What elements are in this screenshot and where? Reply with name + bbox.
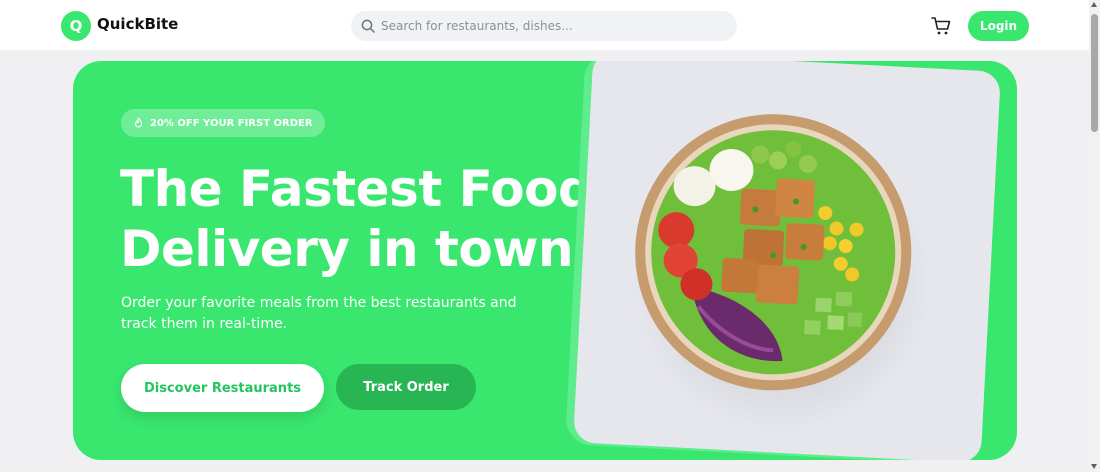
promo-badge: 20% OFF YOUR FIRST ORDER bbox=[121, 109, 325, 137]
scroll-up-arrow-icon[interactable] bbox=[1091, 2, 1097, 7]
top-navbar: Q QuickBite Login bbox=[0, 0, 1089, 50]
logo-badge[interactable]: Q bbox=[61, 11, 91, 41]
salad-bowl-image bbox=[631, 114, 932, 433]
promo-text: 20% OFF YOUR FIRST ORDER bbox=[150, 117, 313, 129]
track-order-button[interactable]: Track Order bbox=[336, 364, 476, 410]
search-input[interactable] bbox=[381, 19, 711, 33]
headline-line-2: Delivery in town. bbox=[120, 220, 592, 278]
search-icon bbox=[361, 19, 375, 33]
scrollbar-thumb[interactable] bbox=[1091, 14, 1098, 132]
hero-banner: 20% OFF YOUR FIRST ORDER The Fastest Foo… bbox=[73, 61, 1017, 460]
login-button[interactable]: Login bbox=[968, 11, 1029, 41]
discover-restaurants-button[interactable]: Discover Restaurants bbox=[121, 364, 324, 412]
page-scrollbar[interactable] bbox=[1089, 0, 1100, 472]
cart-icon[interactable] bbox=[930, 15, 952, 37]
hero-subtitle: Order your favorite meals from the best … bbox=[121, 295, 517, 332]
brand-name[interactable]: QuickBite bbox=[97, 15, 178, 33]
flame-icon bbox=[134, 117, 143, 128]
search-bar[interactable] bbox=[351, 11, 737, 41]
headline-line-1: The Fastest Food bbox=[120, 160, 594, 218]
hero-headline: The Fastest Food Delivery in town. bbox=[120, 159, 620, 279]
scroll-down-arrow-icon[interactable] bbox=[1091, 464, 1097, 469]
hero-image bbox=[573, 61, 1001, 460]
